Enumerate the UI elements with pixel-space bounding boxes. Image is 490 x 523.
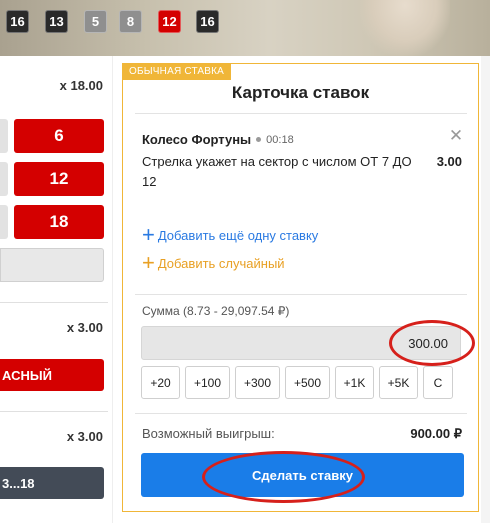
number-button-stub[interactable] — [0, 205, 8, 239]
number-bet-button[interactable]: 6 — [14, 119, 104, 153]
divider — [135, 113, 467, 114]
page-edge — [481, 56, 490, 523]
red-color-bet-button[interactable]: АСНЫЙ — [0, 359, 104, 391]
bet-slip: ОБЫЧНАЯ СТАВКА Карточка ставок Колесо Фо… — [122, 63, 479, 512]
quick-amount-button[interactable]: +20 — [141, 366, 180, 399]
divider — [135, 294, 467, 295]
close-icon[interactable]: ✕ — [448, 127, 464, 144]
annotation-ring — [202, 451, 365, 503]
number-bet-button[interactable]: 12 — [14, 162, 104, 196]
add-another-bet-label: Добавить ещё одну ставку — [157, 227, 319, 243]
history-chip: 5 — [84, 10, 107, 33]
panel-edge — [112, 56, 113, 523]
event-name: Колесо Фортуны — [142, 132, 252, 147]
bet-option-button[interactable] — [0, 248, 104, 282]
history-chip: 12 — [158, 10, 181, 33]
quick-amount-button[interactable]: +500 — [285, 366, 330, 399]
clear-amount-button[interactable]: C — [423, 366, 453, 399]
potential-win-value: 900.00 ₽ — [410, 426, 462, 441]
history-chip: 13 — [45, 10, 68, 33]
live-dot-icon — [256, 137, 262, 142]
history-chip: 16 — [6, 10, 29, 33]
selection-odds: 3.00 — [436, 154, 462, 169]
number-bet-button[interactable]: 18 — [14, 205, 104, 239]
odds-label: x 3.00 — [66, 429, 103, 444]
quick-amount-button[interactable]: +300 — [235, 366, 280, 399]
divider — [135, 413, 467, 414]
range-bet-button[interactable]: 3...18 — [0, 467, 104, 499]
quick-amount-row: +20 +100 +300 +500 +1K +5K C — [141, 366, 453, 399]
add-random-bet-link[interactable]: + Добавить случайный — [142, 250, 285, 275]
bet-slip-title: Карточка ставок — [231, 83, 370, 102]
plus-icon: + — [142, 222, 155, 247]
potential-win-label: Возможный выигрыш: — [142, 426, 275, 441]
event-header: Колесо Фортуны 00:18 — [142, 132, 294, 147]
quick-amount-button[interactable]: +1K — [335, 366, 374, 399]
stake-range-label: Сумма (8.73 - 29,097.54 ₽) — [142, 304, 290, 318]
live-video-strip: 16 13 5 8 12 16 — [0, 0, 490, 56]
add-another-bet-link[interactable]: + Добавить ещё одну ставку — [142, 222, 319, 247]
history-chip: 8 — [119, 10, 142, 33]
plus-icon: + — [142, 250, 155, 275]
odds-label: x 3.00 — [66, 320, 103, 335]
number-button-stub[interactable] — [0, 162, 8, 196]
divider — [0, 302, 108, 303]
betting-options-panel: x 18.00 6 12 18 x 3.00 АСНЫЙ x 3.00 3...… — [0, 56, 113, 523]
divider — [0, 411, 108, 412]
selection-text: Стрелка укажет на сектор с числом ОТ 7 Д… — [142, 154, 412, 189]
history-chip: 16 — [196, 10, 219, 33]
dealer-figure — [360, 0, 450, 56]
add-random-bet-label: Добавить случайный — [157, 255, 285, 271]
bet-type-tag: ОБЫЧНАЯ СТАВКА — [122, 63, 232, 80]
event-time: 00:18 — [266, 133, 294, 146]
odds-label: x 18.00 — [59, 78, 103, 93]
number-button-stub[interactable] — [0, 119, 8, 153]
quick-amount-button[interactable]: +100 — [185, 366, 230, 399]
quick-amount-button[interactable]: +5K — [379, 366, 418, 399]
annotation-ring — [389, 320, 475, 366]
